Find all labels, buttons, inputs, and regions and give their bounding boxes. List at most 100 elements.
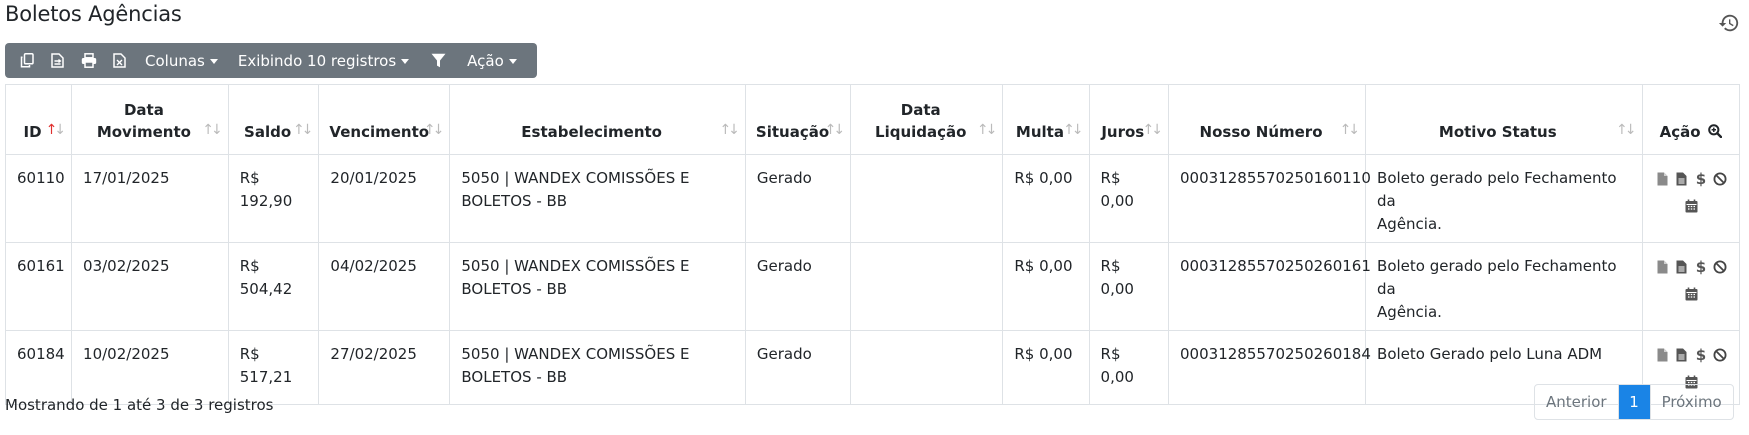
cell-estabelecimento: 5050 | WANDEX COMISSÕES E BOLETOS - BB xyxy=(449,242,746,331)
cell-text: Agência. xyxy=(1377,215,1442,233)
header-nosso-numero[interactable]: Nosso Número ↑↓ xyxy=(1168,84,1367,155)
history-icon[interactable] xyxy=(1718,12,1740,34)
print-icon xyxy=(81,53,96,68)
cell-text: R$ 0,00 xyxy=(1100,345,1134,386)
dollar-icon[interactable]: $ xyxy=(1693,258,1708,276)
header-label: Liquidação xyxy=(875,123,967,141)
cell-text: R$ xyxy=(239,345,260,363)
table-row[interactable]: 60161 03/02/2025 R$ 504,42 04/02/2025 505… xyxy=(4,242,1741,331)
sort-icon: ↑↓ xyxy=(976,122,998,138)
file-text-icon[interactable] xyxy=(1674,170,1689,188)
cell-estabelecimento: 5050 | WANDEX COMISSÕES E BOLETOS - BB xyxy=(449,154,746,243)
dollar-icon[interactable]: $ xyxy=(1693,170,1708,188)
cell-text: 192,90 xyxy=(239,192,293,210)
sort-icon: ↑↓ xyxy=(202,122,223,138)
caret-down-icon xyxy=(508,59,517,64)
ban-icon[interactable] xyxy=(1712,170,1727,188)
caret-down-icon xyxy=(209,59,218,64)
cell-data-liquidacao xyxy=(850,154,1004,243)
next-page-button[interactable]: Próximo xyxy=(1649,385,1733,419)
calendar-icon[interactable] xyxy=(1685,285,1698,308)
cell-saldo: R$ 517,21 xyxy=(227,330,320,405)
cell-vencimento: 27/02/2025 xyxy=(318,330,451,405)
header-label: Multa xyxy=(1015,123,1064,141)
columns-dropdown[interactable]: Colunas xyxy=(135,43,228,78)
csv-button[interactable] xyxy=(42,43,73,78)
cell-text: 20/01/2025 xyxy=(330,169,417,187)
table-row[interactable]: 60110 17/01/2025 R$ 192,90 20/01/2025 505… xyxy=(4,154,1741,243)
table-row[interactable]: 60184 10/02/2025 R$ 517,21 27/02/2025 505… xyxy=(4,330,1741,405)
print-button[interactable] xyxy=(73,43,104,78)
page-length-dropdown[interactable]: Exibindo 10 registros xyxy=(228,43,419,78)
svg-text:$: $ xyxy=(1696,171,1706,187)
cell-text: 03/02/2025 xyxy=(83,257,170,275)
header-label: Nosso Número xyxy=(1199,123,1323,141)
header-estabelecimento[interactable]: Estabelecimento ↑↓ xyxy=(449,84,746,155)
ban-icon[interactable] xyxy=(1712,346,1727,364)
cell-motivo-status: Boleto gerado pelo Fechamento da Agência. xyxy=(1365,242,1643,331)
previous-page-button[interactable]: Anterior xyxy=(1535,385,1618,419)
row-action-icons: $ xyxy=(1655,345,1727,365)
file-text-icon[interactable] xyxy=(1674,258,1689,276)
copy-icon xyxy=(20,53,34,68)
header-situacao[interactable]: Situação ↑↓ xyxy=(744,84,852,155)
cell-text: R$ 0,00 xyxy=(1100,169,1134,210)
header-row: ID ↑↓ Data Movimento ↑↓ Saldo ↑↓ Vencimento ↑… xyxy=(4,84,1741,155)
action-dropdown[interactable]: Ação xyxy=(457,43,527,78)
sort-icon: ↑↓ xyxy=(719,122,740,138)
cell-data-movimento: 03/02/2025 xyxy=(71,242,229,331)
header-motivo-status[interactable]: Motivo Status ↑↓ xyxy=(1365,84,1643,155)
search-plus-icon[interactable] xyxy=(1708,124,1723,139)
cell-text: Boleto gerado pelo Fechamento da xyxy=(1377,169,1617,210)
header-saldo[interactable]: Saldo ↑↓ xyxy=(227,84,320,155)
cell-text: Agência. xyxy=(1377,303,1442,321)
excel-icon xyxy=(113,53,126,68)
sort-icon: ↑↓ xyxy=(1142,122,1164,138)
header-multa[interactable]: Multa ↑↓ xyxy=(1002,84,1090,155)
header-label: Movimento xyxy=(96,123,191,141)
sort-icon: ↑↓ xyxy=(1339,122,1361,138)
cell-text: 60110 xyxy=(17,169,65,187)
row-action-icons: $ xyxy=(1655,257,1727,277)
header-data-liquidacao[interactable]: Data Liquidação ↑↓ xyxy=(850,84,1004,155)
cell-text: Boleto gerado pelo Fechamento da xyxy=(1377,257,1617,298)
calendar-icon[interactable] xyxy=(1685,197,1698,220)
dollar-icon[interactable]: $ xyxy=(1693,346,1708,364)
cell-text: 5050 | WANDEX COMISSÕES E xyxy=(461,169,690,187)
file-text-icon[interactable] xyxy=(1674,346,1689,364)
cell-vencimento: 20/01/2025 xyxy=(318,154,451,243)
header-juros[interactable]: Juros ↑↓ xyxy=(1088,84,1170,155)
cell-text: R$ xyxy=(239,257,260,275)
file-icon[interactable] xyxy=(1655,170,1670,188)
header-data-movimento[interactable]: Data Movimento ↑↓ xyxy=(71,84,229,155)
cell-saldo: R$ 192,90 xyxy=(227,154,320,243)
columns-label: Colunas xyxy=(145,51,205,70)
sort-icon: ↑↓ xyxy=(1616,122,1637,138)
file-icon[interactable] xyxy=(1655,346,1670,364)
ban-icon[interactable] xyxy=(1712,258,1727,276)
filter-button[interactable] xyxy=(419,43,457,78)
svg-text:$: $ xyxy=(1696,259,1706,275)
cell-estabelecimento: 5050 | WANDEX COMISSÕES E BOLETOS - BB xyxy=(449,330,746,405)
cell-motivo-status: Boleto gerado pelo Fechamento da Agência. xyxy=(1365,154,1643,243)
cell-text: R$ 0,00 xyxy=(1014,345,1073,363)
table-toolbar: Colunas Exibindo 10 registros Ação xyxy=(5,43,537,78)
header-label: Data xyxy=(900,101,941,119)
header-vencimento[interactable]: Vencimento ↑↓ xyxy=(318,84,451,155)
excel-button[interactable] xyxy=(104,43,135,78)
filter-icon xyxy=(431,53,446,68)
cell-nosso-numero: 00031285570250260161 xyxy=(1168,242,1371,331)
copy-button[interactable] xyxy=(11,43,42,78)
cell-text: 00031285570250160110 xyxy=(1180,169,1371,187)
cell-text: BOLETOS - BB xyxy=(461,280,568,298)
cell-text: 00031285570250260161 xyxy=(1180,257,1371,275)
boletos-table: ID ↑↓ Data Movimento ↑↓ Saldo ↑↓ Vencimento ↑… xyxy=(4,84,1741,405)
file-icon[interactable] xyxy=(1655,258,1670,276)
page-1-button[interactable]: 1 xyxy=(1617,385,1650,419)
header-label: Situação xyxy=(755,123,830,141)
cell-acao: $ xyxy=(1641,242,1741,331)
cell-text: Boleto Gerado pelo Luna ADM xyxy=(1377,345,1603,363)
header-label: Data xyxy=(123,101,164,119)
table-info: Mostrando de 1 até 3 de 3 registros xyxy=(5,396,274,414)
header-id[interactable]: ID ↑↓ xyxy=(4,84,73,155)
